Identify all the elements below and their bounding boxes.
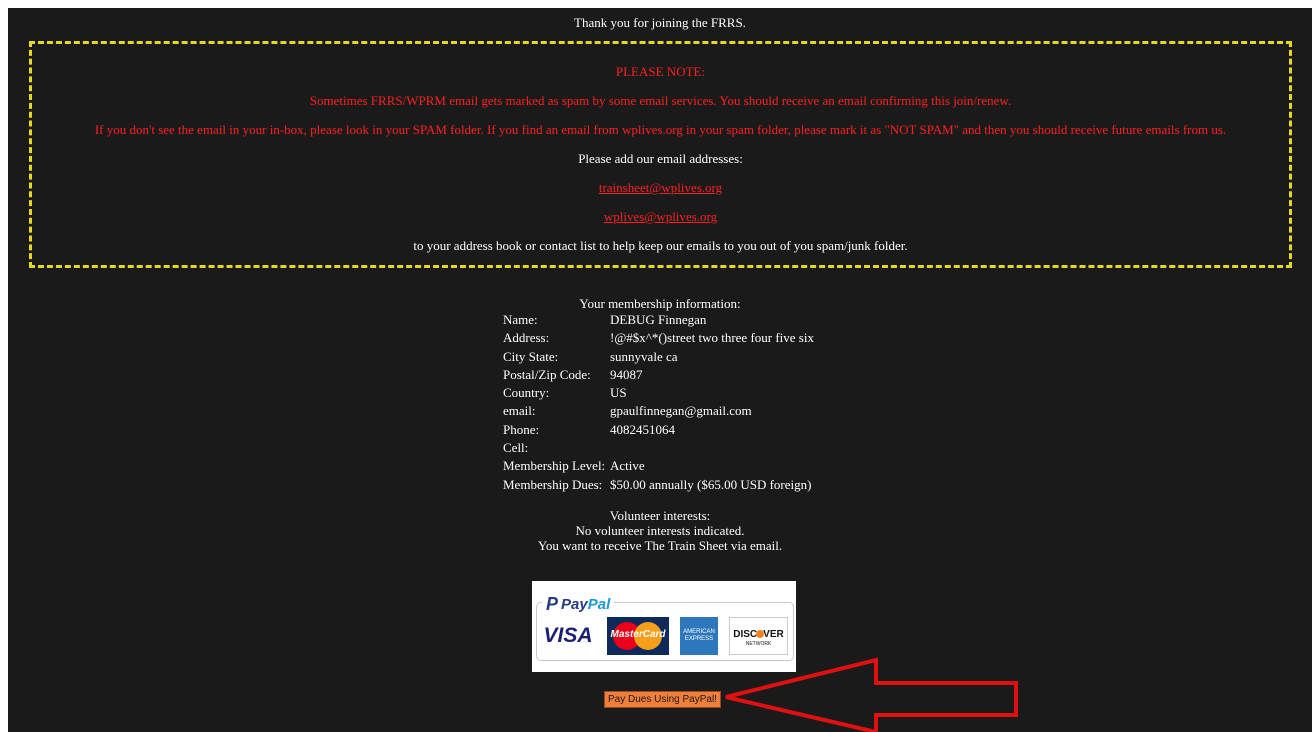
page-background: Thank you for joining the FRRS. PLEASE N… bbox=[8, 8, 1312, 732]
red-arrow-shape bbox=[725, 657, 1018, 732]
red-arrow-annotation bbox=[725, 657, 1018, 732]
